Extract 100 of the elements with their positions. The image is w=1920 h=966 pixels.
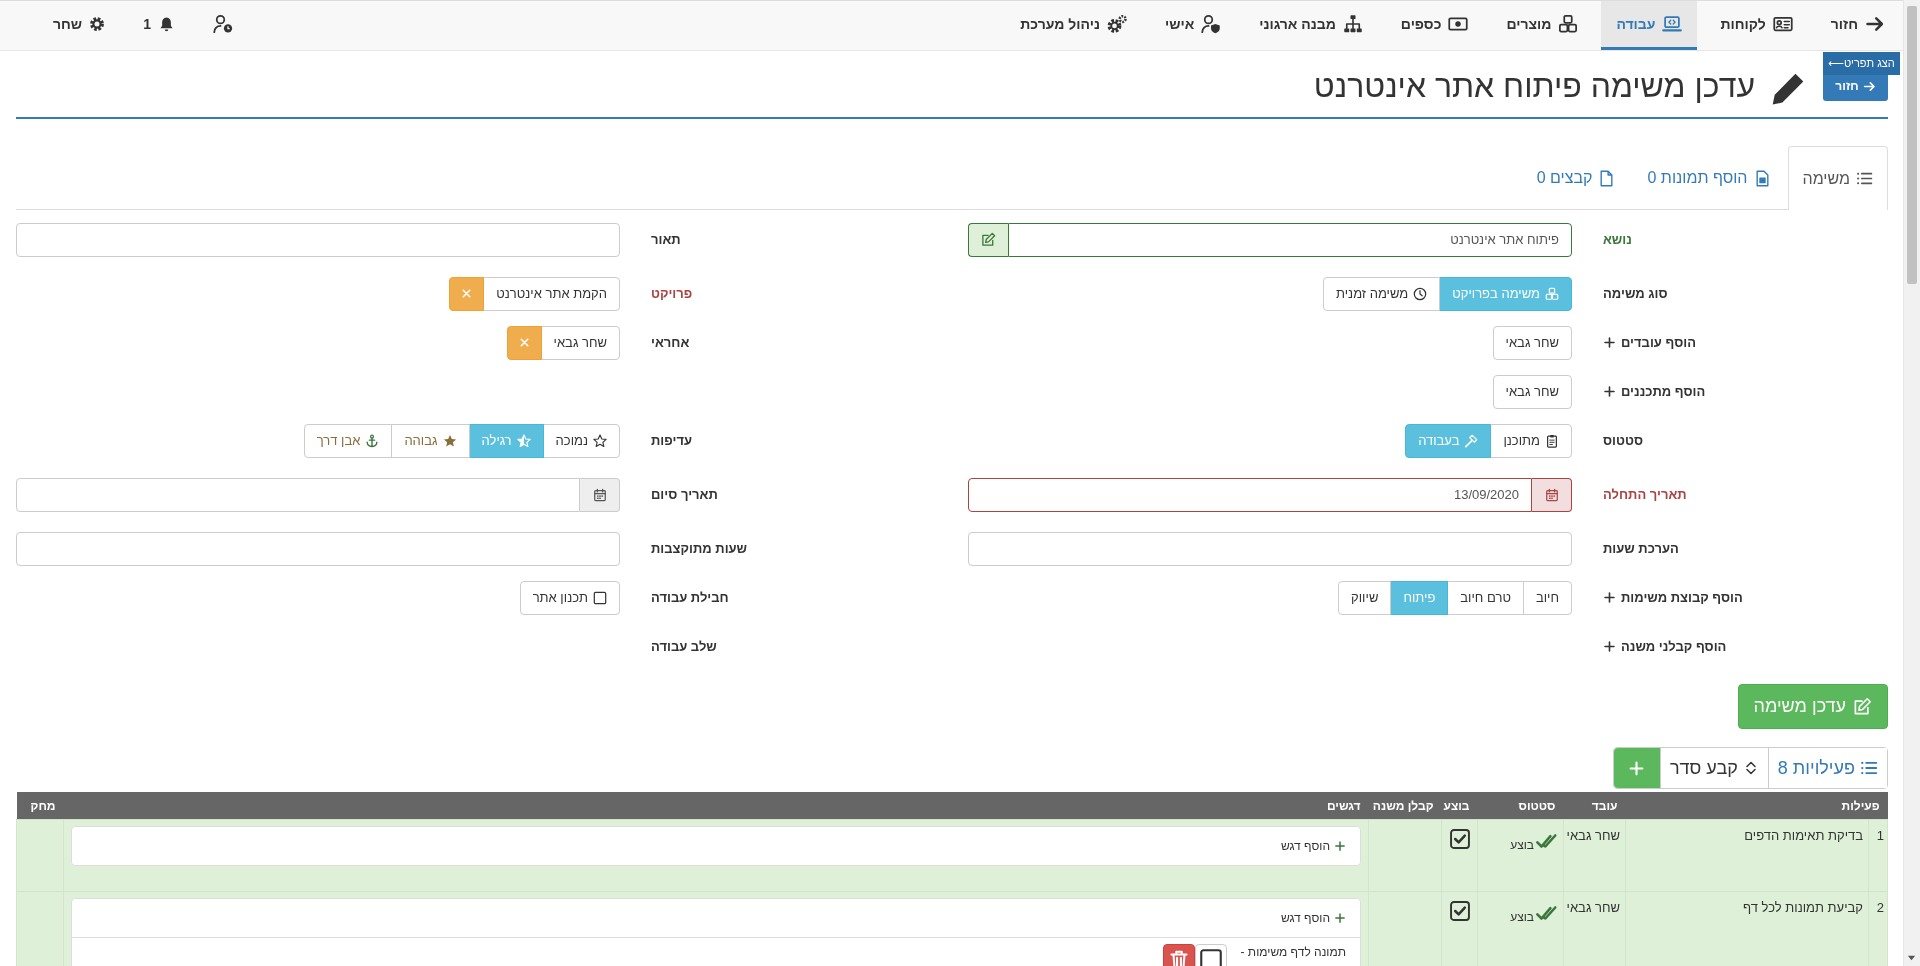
- input-field[interactable]: פיתוח אתר אינטרנט: [1008, 222, 1572, 257]
- checkbox-button[interactable]: תכנון אתר: [519, 580, 620, 615]
- edit-icon: [1853, 697, 1872, 716]
- status-text: בוצע: [1510, 910, 1534, 924]
- scroll-thumb[interactable]: [1907, 6, 1917, 284]
- field-label: שלב עבודה: [651, 639, 717, 654]
- field-label[interactable]: הוסף קבלני משנה: [1621, 639, 1727, 654]
- worker-cell: שחר גבאי: [1563, 891, 1626, 966]
- field-label: תאריך התחלה: [1603, 487, 1687, 502]
- tab[interactable]: הוסף תמונות 0: [1632, 146, 1786, 209]
- add-note-link[interactable]: הוסף דגש: [1281, 911, 1346, 925]
- star-outline-icon: [593, 433, 607, 448]
- option-button[interactable]: מתוכנן: [1490, 423, 1572, 458]
- field-label: תאריך סיום: [651, 487, 718, 502]
- field-label: פרויקט: [651, 286, 693, 301]
- arrow-right-icon: [1862, 79, 1876, 93]
- add-note-link[interactable]: הוסף דגש: [1281, 839, 1346, 853]
- calendar-button[interactable]: [1532, 477, 1572, 512]
- trash-icon: [1167, 949, 1190, 966]
- selected-value: הקמת אתר אינטרנט: [483, 276, 620, 311]
- calendar-icon: [592, 487, 607, 502]
- user-clock-icon: [212, 14, 233, 34]
- tab[interactable]: משימה: [1787, 146, 1888, 210]
- remove-button[interactable]: [506, 325, 542, 360]
- edit-button[interactable]: [968, 222, 1008, 257]
- column-header: מחק: [16, 792, 64, 820]
- add-activity-button[interactable]: [1613, 748, 1660, 788]
- settings-icon: [89, 16, 106, 32]
- person-button[interactable]: שחר גבאי: [1492, 374, 1572, 409]
- show-menu-button[interactable]: הצג תפריט⟵: [1823, 52, 1900, 75]
- scroll-down-icon[interactable]: [1907, 953, 1916, 962]
- nav-item[interactable]: מוצרים: [1491, 1, 1594, 50]
- status-text: בוצע: [1510, 838, 1534, 852]
- back-button[interactable]: חזור: [1823, 75, 1888, 101]
- image-file-icon: [1753, 169, 1771, 187]
- row-number: 2: [1868, 891, 1888, 966]
- activities-link[interactable]: פעילויות 8: [1767, 748, 1887, 788]
- half-star-icon: [516, 433, 531, 448]
- field-label: שעות מתוקצבות: [651, 541, 748, 556]
- field-label: תאור: [651, 232, 681, 247]
- option-button[interactable]: טרם חיוב: [1447, 580, 1524, 615]
- column-header: עובד: [1563, 792, 1626, 820]
- edit-icon: [981, 232, 996, 247]
- input-field[interactable]: [16, 531, 620, 566]
- field-label[interactable]: הוסף קבוצת משימות: [1621, 590, 1743, 605]
- nav-item[interactable]: לקוחות: [1705, 1, 1808, 50]
- hammer-icon: [1464, 433, 1479, 448]
- option-button[interactable]: משימה זמנית: [1323, 276, 1441, 311]
- field-label: הערכת שעות: [1603, 541, 1679, 556]
- calendar-icon: [1544, 487, 1559, 502]
- person-button[interactable]: שחר גבאי: [1492, 325, 1572, 360]
- user-shield-icon: [1201, 14, 1222, 34]
- date-field[interactable]: [16, 477, 580, 512]
- column-header: דגשים: [63, 792, 1369, 820]
- activity-cell: בדיקת תאימות הדפים: [1625, 819, 1869, 892]
- column-header: בוצע: [1441, 792, 1478, 820]
- sitemap-icon: [1342, 14, 1363, 34]
- id-card-icon: [1772, 14, 1793, 34]
- column-header: קבלן משנה: [1368, 792, 1442, 820]
- option-button[interactable]: אבן דרך: [303, 423, 393, 458]
- scrollbar[interactable]: [1903, 0, 1920, 966]
- clock-icon: [1413, 286, 1428, 301]
- field-label[interactable]: הוסף עובדים: [1621, 335, 1696, 350]
- laptop-icon: [1662, 14, 1683, 34]
- input-field[interactable]: [968, 531, 1572, 566]
- field-label: עדיפות: [651, 433, 692, 448]
- note-text: תמונה לדף משימות -: [1240, 944, 1346, 960]
- file-icon: [1598, 169, 1616, 187]
- option-button[interactable]: חיוב: [1522, 580, 1572, 615]
- arrow-right-icon: [1865, 14, 1885, 34]
- user-menu[interactable]: שחר: [38, 1, 121, 50]
- clipboard-icon: [1545, 433, 1559, 448]
- option-button[interactable]: נמוכה: [542, 423, 620, 458]
- nav-item[interactable]: עבודה: [1601, 1, 1698, 50]
- nav-item[interactable]: כספים: [1385, 1, 1484, 50]
- option-button[interactable]: שיווק: [1338, 580, 1392, 615]
- activity-cell: קביעת תמונות לכל דף: [1625, 891, 1869, 966]
- plus-icon: [1628, 759, 1646, 777]
- remove-button[interactable]: [449, 276, 485, 311]
- nav-item[interactable]: חזור: [1815, 1, 1900, 50]
- option-button[interactable]: גבוהה: [391, 423, 470, 458]
- input-field[interactable]: [16, 222, 620, 257]
- field-label: נושא: [1603, 232, 1632, 247]
- anchor-icon: [365, 433, 380, 448]
- worker-cell: שחר גבאי: [1563, 819, 1626, 892]
- nav-item[interactable]: מבנה ארגוני: [1244, 1, 1378, 50]
- delete-note-button[interactable]: [1162, 944, 1195, 966]
- field-label: סטטוס: [1603, 433, 1643, 448]
- nav-item[interactable]: אישי: [1149, 1, 1237, 50]
- field-label[interactable]: הוסף מתכננים: [1621, 384, 1706, 399]
- date-field[interactable]: 13/09/2020: [968, 477, 1532, 512]
- nav-item[interactable]: ניהול מערכת: [1005, 1, 1142, 50]
- selected-value: שחר גבאי: [540, 325, 620, 360]
- tab[interactable]: קבצים 0: [1521, 146, 1631, 209]
- plus-icon: [1334, 912, 1346, 924]
- pencil-icon: [1770, 71, 1806, 107]
- field-label: אחראי: [651, 335, 690, 350]
- list-icon: [1860, 759, 1878, 777]
- page-title: עדכן משימה פיתוח אתר אינטרנט: [1313, 68, 1755, 105]
- notifications-button[interactable]: 1: [128, 1, 190, 50]
